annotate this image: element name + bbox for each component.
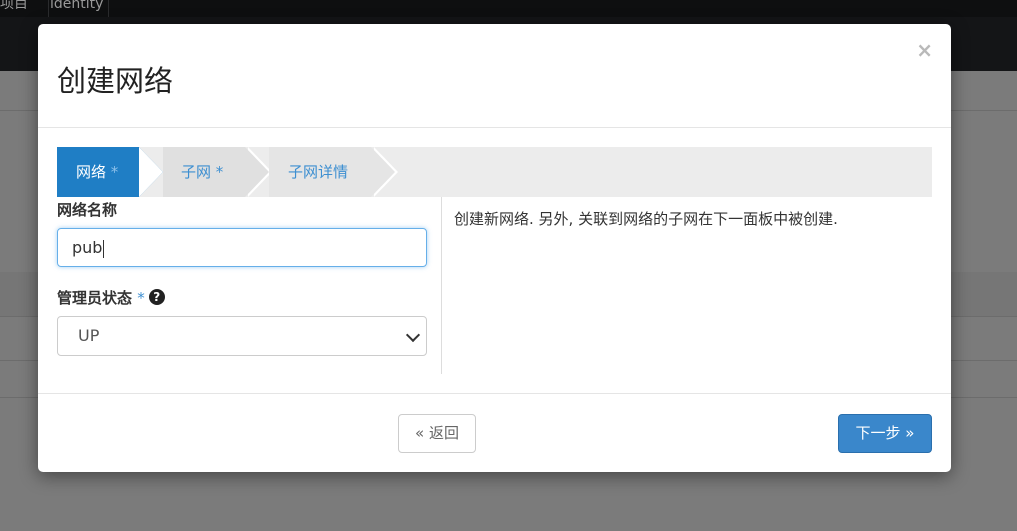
- close-icon[interactable]: ×: [916, 39, 933, 61]
- tab-network-label: 网络: [76, 163, 107, 181]
- tab-subnet-label: 子网: [181, 163, 212, 181]
- wizard-steps: 网络 * 子网 * 子网详情: [57, 147, 932, 197]
- required-marker: *: [137, 289, 145, 307]
- dialog-header: 创建网络 ×: [38, 24, 951, 128]
- required-marker: *: [215, 163, 224, 181]
- text-cursor: [103, 239, 105, 258]
- admin-state-label: 管理员状态 *?: [57, 287, 165, 308]
- tab-subnet-details-label: 子网详情: [288, 163, 349, 181]
- form-description: 创建新网络. 另外, 关联到网络的子网在下一面板中被创建.: [454, 210, 838, 228]
- admin-state-value: UP: [78, 326, 100, 345]
- back-button[interactable]: « 返回: [398, 414, 476, 453]
- chevron-down-icon: [405, 327, 421, 343]
- required-marker: *: [110, 163, 119, 181]
- network-name-value: pub: [72, 238, 103, 257]
- dialog-title: 创建网络: [57, 64, 174, 98]
- top-bar: 项目 identity: [0, 0, 1017, 17]
- help-icon[interactable]: ?: [148, 288, 165, 305]
- admin-state-select[interactable]: UP: [57, 316, 427, 356]
- network-form: 网络名称 pub 管理员状态 *? UP: [57, 197, 442, 374]
- next-button[interactable]: 下一步 »: [838, 414, 932, 453]
- dialog-footer: « 返回 下一步 »: [38, 393, 951, 473]
- create-network-dialog: 创建网络 × 网络 * 子网 * 子网详情 网络名称 pub 管理员状态 *? …: [38, 24, 951, 472]
- top-tab-identity[interactable]: identity: [38, 0, 109, 17]
- network-name-label: 网络名称: [57, 201, 118, 219]
- network-name-input[interactable]: pub: [57, 228, 427, 267]
- admin-state-label-text: 管理员状态: [57, 289, 133, 307]
